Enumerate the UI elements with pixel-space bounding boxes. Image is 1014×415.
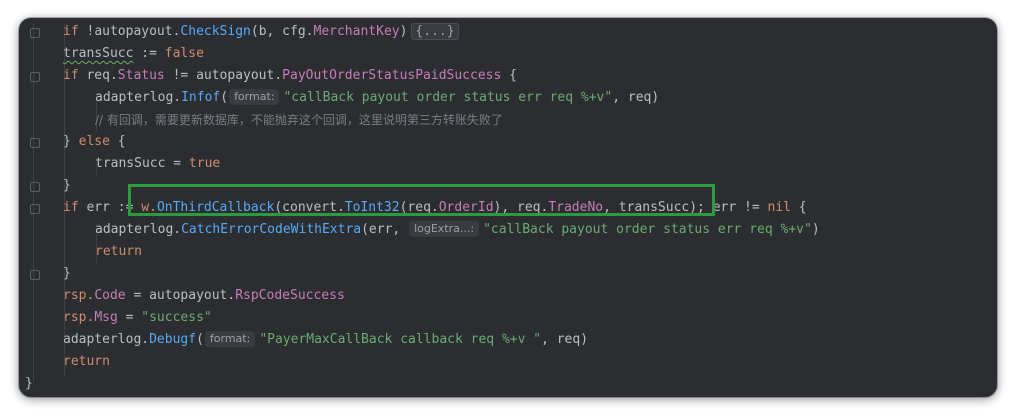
function-name: OnThirdCallback bbox=[156, 200, 275, 215]
code-line-17[interactable]: } bbox=[25, 373, 33, 395]
code-line-6[interactable]: } else { bbox=[63, 131, 126, 153]
code-line-15[interactable]: adapterlog.Debugf(format: "PayerMaxCallBa… bbox=[63, 329, 588, 351]
fold-toggle-icon[interactable] bbox=[30, 72, 40, 82]
code-editor-window: if !autopayout.CheckSign(b, cfg.Merchant… bbox=[19, 18, 997, 397]
fold-toggle-icon[interactable] bbox=[30, 270, 40, 280]
fold-toggle-icon[interactable] bbox=[30, 182, 40, 192]
package-name: autopayout bbox=[94, 24, 173, 39]
function-name: CatchErrorCodeWithExtra bbox=[181, 222, 362, 237]
function-name: ToInt32 bbox=[344, 200, 400, 215]
code-line-4[interactable]: adapterlog.Infof(format: "callBack payout… bbox=[95, 87, 659, 109]
code-comment: // 有回调，需要更新数据库，不能抛弃这个回调，这里说明第三方转账失败了 bbox=[95, 113, 503, 127]
keyword: else bbox=[78, 134, 110, 149]
field-name: TradeNo bbox=[548, 200, 604, 215]
string-literal: "callBack payout order status err req %+… bbox=[483, 222, 812, 237]
code-line-11[interactable]: return bbox=[95, 241, 142, 263]
package-name: adapterlog. bbox=[63, 332, 150, 347]
code-line-9[interactable]: if err := w.OnThirdCallback(convert.ToIn… bbox=[63, 197, 807, 219]
code-line-1[interactable]: if !autopayout.CheckSign(b, cfg.Merchant… bbox=[63, 21, 459, 43]
package-name: adapterlog. bbox=[95, 222, 182, 237]
variable-name: transSucc = bbox=[95, 156, 189, 171]
code-line-10[interactable]: adapterlog.CatchErrorCodeWithExtra(err, … bbox=[95, 219, 820, 241]
keyword: nil bbox=[767, 200, 791, 215]
keyword: if bbox=[63, 24, 79, 39]
keyword: true bbox=[188, 156, 221, 171]
code-line-2[interactable]: transSucc := false bbox=[63, 43, 204, 65]
receiver-name: rsp. bbox=[63, 310, 95, 325]
receiver-name: rsp. bbox=[63, 288, 95, 303]
fold-toggle-icon[interactable] bbox=[30, 28, 40, 38]
field-name: OrderId bbox=[438, 200, 494, 215]
fold-toggle-icon[interactable] bbox=[30, 204, 40, 214]
constant-name: RspCodeSuccess bbox=[235, 288, 345, 303]
keyword: return bbox=[63, 354, 110, 369]
code-line-8[interactable]: } bbox=[63, 175, 71, 197]
field-name: MerchantKey bbox=[313, 24, 400, 39]
variable-name: transSucc bbox=[63, 46, 134, 61]
function-name: CheckSign bbox=[180, 24, 251, 39]
parameter-hint: logExtra...: bbox=[409, 221, 480, 237]
receiver-name: w. bbox=[141, 200, 157, 215]
string-literal: "PayerMaxCallBack callback req %+v " bbox=[259, 332, 542, 347]
field-name: Code bbox=[94, 288, 126, 303]
folded-code-chip[interactable]: {...} bbox=[411, 23, 459, 40]
function-name: Debugf bbox=[149, 332, 197, 347]
keyword: return bbox=[95, 244, 142, 259]
package-name: adapterlog. bbox=[95, 90, 182, 105]
field-name: Msg bbox=[94, 310, 118, 325]
function-name: Infof bbox=[181, 90, 221, 105]
keyword: if bbox=[63, 68, 79, 83]
code-line-16[interactable]: return bbox=[63, 351, 110, 373]
code-editor[interactable]: if !autopayout.CheckSign(b, cfg.Merchant… bbox=[19, 18, 997, 397]
code-line-14[interactable]: rsp.Msg = "success" bbox=[63, 307, 212, 329]
code-line-3[interactable]: if req.Status != autopayout.PayOutOrderS… bbox=[63, 65, 517, 87]
fold-toggle-icon[interactable] bbox=[30, 138, 40, 148]
code-line-7[interactable]: transSucc = true bbox=[95, 153, 220, 175]
constant-name: PayOutOrderStatusPaidSuccess bbox=[282, 68, 502, 83]
field-name: Status bbox=[117, 68, 165, 83]
code-line-12[interactable]: } bbox=[63, 263, 71, 285]
code-line-13[interactable]: rsp.Code = autopayout.RspCodeSuccess bbox=[63, 285, 345, 307]
parameter-hint: format: bbox=[204, 331, 256, 347]
keyword: false bbox=[164, 46, 204, 61]
string-literal: "callBack payout order status err req %+… bbox=[283, 90, 613, 105]
code-line-5[interactable]: // 有回调，需要更新数据库，不能抛弃这个回调，这里说明第三方转账失败了 bbox=[95, 109, 503, 131]
parameter-hint: format: bbox=[229, 89, 280, 105]
string-literal: "success" bbox=[141, 310, 212, 325]
keyword: if bbox=[63, 200, 79, 215]
